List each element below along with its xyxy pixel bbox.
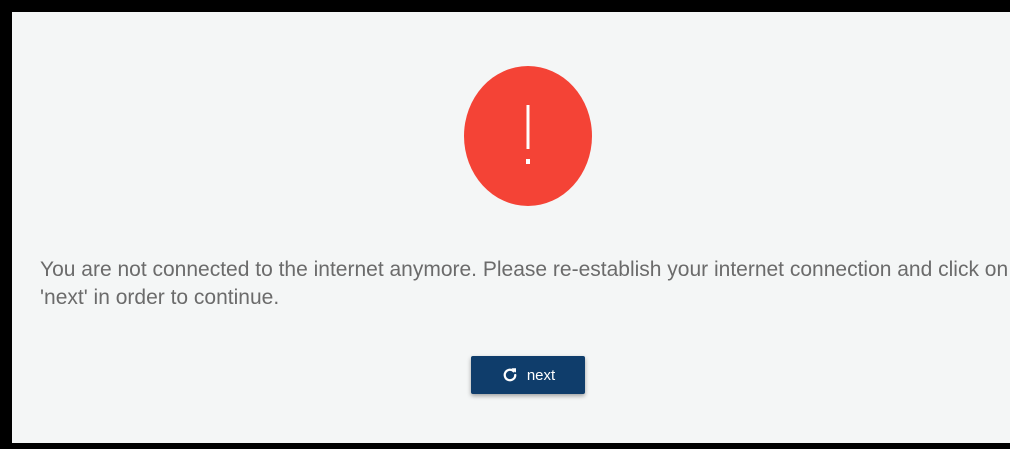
connection-message: You are not connected to the internet an… [40, 258, 1009, 309]
connection-lost-panel: You are not connected to the internet an… [12, 12, 1010, 443]
next-button[interactable]: next [471, 356, 585, 394]
next-button-label: next [526, 366, 556, 384]
alert-circle [464, 66, 592, 206]
refresh-icon [501, 366, 519, 384]
exclamation-icon [522, 105, 534, 167]
